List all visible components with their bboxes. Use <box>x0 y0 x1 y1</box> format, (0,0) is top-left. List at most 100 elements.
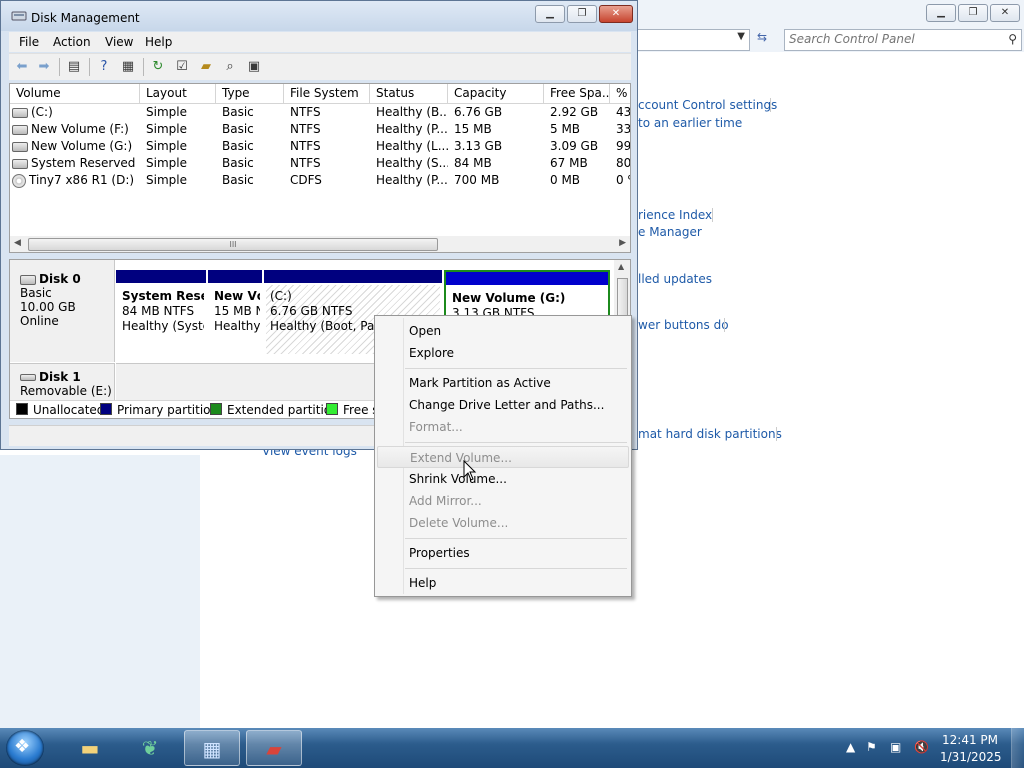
clock-date[interactable]: 1/31/2025 <box>940 750 1002 764</box>
show-hide-icon[interactable]: ▦ <box>119 58 137 76</box>
menu-item-shrink-volume[interactable]: Shrink Volume... <box>377 468 629 490</box>
partition-size: 84 MB NTFS <box>122 304 195 318</box>
disk0-label[interactable]: Disk 0 Basic 10.00 GB Online <box>10 260 115 362</box>
forward-icon[interactable]: ➡ <box>35 58 53 76</box>
help-icon[interactable]: ? <box>95 58 113 76</box>
show-desktop-button[interactable] <box>1011 728 1024 768</box>
col-volume[interactable]: Volume <box>10 84 140 103</box>
search-icon[interactable]: ⌕ <box>221 58 239 76</box>
col-layout[interactable]: Layout <box>140 84 216 103</box>
back-icon[interactable]: ⬅ <box>13 58 31 76</box>
cp-close-button[interactable]: ✕ <box>990 4 1020 22</box>
search-icon[interactable]: ⚲ <box>1008 32 1017 46</box>
menu-item-add-mirror[interactable]: Add Mirror... <box>377 490 629 512</box>
close-button[interactable]: ✕ <box>599 5 633 23</box>
horizontal-scrollbar[interactable]: ◀ III ▶ <box>10 236 630 252</box>
cell-text: 6.76 GB <box>454 105 503 119</box>
control-panel-icon: ▦ <box>202 737 222 761</box>
clock-time[interactable]: 12:41 PM <box>940 733 1000 747</box>
show-hidden-icons-icon[interactable]: ▲ <box>846 740 855 754</box>
col-capacity[interactable]: Capacity <box>448 84 544 103</box>
divider <box>724 318 725 332</box>
cell-text: Simple <box>146 139 187 153</box>
menu-view[interactable]: View <box>105 35 133 49</box>
menu-item-explore[interactable]: Explore <box>377 342 629 364</box>
scroll-thumb[interactable]: III <box>28 238 438 251</box>
table-row[interactable]: Tiny7 x86 R1 (D:) Simple Basic CDFS Healthy … <box>10 172 630 189</box>
col-status[interactable]: Status <box>370 84 448 103</box>
legend-swatch <box>326 403 338 415</box>
search-input[interactable] <box>785 30 999 48</box>
cd-drive-icon <box>12 173 26 188</box>
legend-label: Primary partition <box>117 403 219 417</box>
table-cell-fs: NTFS <box>290 121 370 138</box>
menu-help[interactable]: Help <box>145 35 172 49</box>
partition-bar <box>264 270 442 283</box>
col-free-space[interactable]: Free Spa... <box>544 84 610 103</box>
menu-item-extend-volume[interactable]: Extend Volume... <box>377 446 629 468</box>
cp-link-power-buttons[interactable]: wer buttons do <box>638 318 729 332</box>
partition-body: New Vc 15 MB N Healthy <box>210 285 260 354</box>
partition-system-reserved[interactable]: System Reser 84 MB NTFS Healthy (Syste <box>116 270 206 356</box>
menu-item-properties[interactable]: Properties <box>377 542 629 564</box>
menu-file[interactable]: File <box>19 35 39 49</box>
properties-icon[interactable]: ☑ <box>173 58 191 76</box>
disk0-size: 10.00 GB <box>20 300 76 314</box>
hard-drive-icon <box>12 141 28 152</box>
volume-muted-icon[interactable]: 🔇 <box>914 740 929 754</box>
menu-item-open[interactable]: Open <box>377 320 629 342</box>
search-box[interactable]: ⚲ <box>784 29 1022 51</box>
menu-action[interactable]: Action <box>53 35 91 49</box>
taskbar-explorer-button[interactable]: ▬ <box>62 730 118 766</box>
volume-list-header: Volume Layout Type File System Status Ca… <box>10 84 630 104</box>
cell-text: 80 <box>616 156 631 170</box>
menu-item-change-drive-letter[interactable]: Change Drive Letter and Paths... <box>377 394 629 416</box>
refresh-icon[interactable]: ↻ <box>149 58 167 76</box>
cp-link-device-manager[interactable]: e Manager <box>638 225 702 239</box>
chevron-down-icon[interactable]: ▼ <box>737 31 745 42</box>
table-row[interactable]: (C:) Simple Basic NTFS Healthy (B... 6.76 GB 2… <box>10 104 630 121</box>
menu-item-delete-volume[interactable]: Delete Volume... <box>377 512 629 534</box>
volume-list[interactable]: Volume Layout Type File System Status Ca… <box>9 83 631 253</box>
start-button[interactable]: ❖ <box>6 730 44 766</box>
cell-text: 5 MB <box>550 122 581 136</box>
partition-f[interactable]: New Vc 15 MB N Healthy <box>208 270 262 356</box>
dm-titlebar[interactable]: Disk Management ▁ ❐ ✕ <box>1 1 637 31</box>
cp-maximize-button[interactable]: ❐ <box>958 4 988 22</box>
menu-item-mark-active[interactable]: Mark Partition as Active <box>377 372 629 394</box>
refresh-icon[interactable]: ⇆ <box>752 30 772 48</box>
table-row[interactable]: New Volume (G:) Simple Basic NTFS Healthy (L… <box>10 138 630 155</box>
disk-settings-icon[interactable]: ▣ <box>245 58 263 76</box>
cp-link-installed-updates[interactable]: lled updates <box>638 272 712 286</box>
menu-item-help[interactable]: Help <box>377 572 629 594</box>
menu-item-format[interactable]: Format... <box>377 416 629 438</box>
table-cell-type: Basic <box>222 172 284 189</box>
disk1-label[interactable]: Disk 1 Removable (E:) <box>10 363 115 400</box>
cell-text: New Volume (G:) <box>31 139 133 153</box>
col-percent-free[interactable]: % F <box>610 84 630 103</box>
taskbar-app-button[interactable]: ❦ <box>122 730 178 766</box>
cp-link-format-partitions[interactable]: mat hard disk partitions <box>638 427 782 441</box>
maximize-button[interactable]: ❐ <box>567 5 597 23</box>
scroll-left-icon[interactable]: ◀ <box>14 238 21 248</box>
minimize-button[interactable]: ▁ <box>535 5 565 23</box>
table-cell-free: 2.92 GB <box>550 104 610 121</box>
scroll-right-icon[interactable]: ▶ <box>619 238 626 248</box>
table-row[interactable]: System Reserved Simple Basic NTFS Healthy (S… <box>10 155 630 172</box>
scroll-up-icon[interactable]: ▲ <box>618 262 624 271</box>
console-tree-icon[interactable]: ▤ <box>65 58 83 76</box>
cp-link-uac[interactable]: ccount Control settings <box>638 98 777 112</box>
scroll-thumb[interactable] <box>617 278 628 316</box>
cp-link-experience-index[interactable]: rience Index <box>638 208 712 222</box>
cp-link-restore[interactable]: to an earlier time <box>638 116 742 130</box>
open-folder-icon[interactable]: ▰ <box>197 58 215 76</box>
cp-minimize-button[interactable]: ▁ <box>926 4 956 22</box>
table-row[interactable]: New Volume (F:) Simple Basic NTFS Healthy (P… <box>10 121 630 138</box>
taskbar-computer-management-button[interactable]: ▰ <box>246 730 302 766</box>
col-file-system[interactable]: File System <box>284 84 370 103</box>
network-icon[interactable]: ▣ <box>890 740 901 754</box>
address-bar[interactable]: ▼ <box>624 29 750 51</box>
col-type[interactable]: Type <box>216 84 284 103</box>
taskbar-control-panel-button[interactable]: ▦ <box>184 730 240 766</box>
action-center-flag-icon[interactable]: ⚑ <box>866 740 877 754</box>
